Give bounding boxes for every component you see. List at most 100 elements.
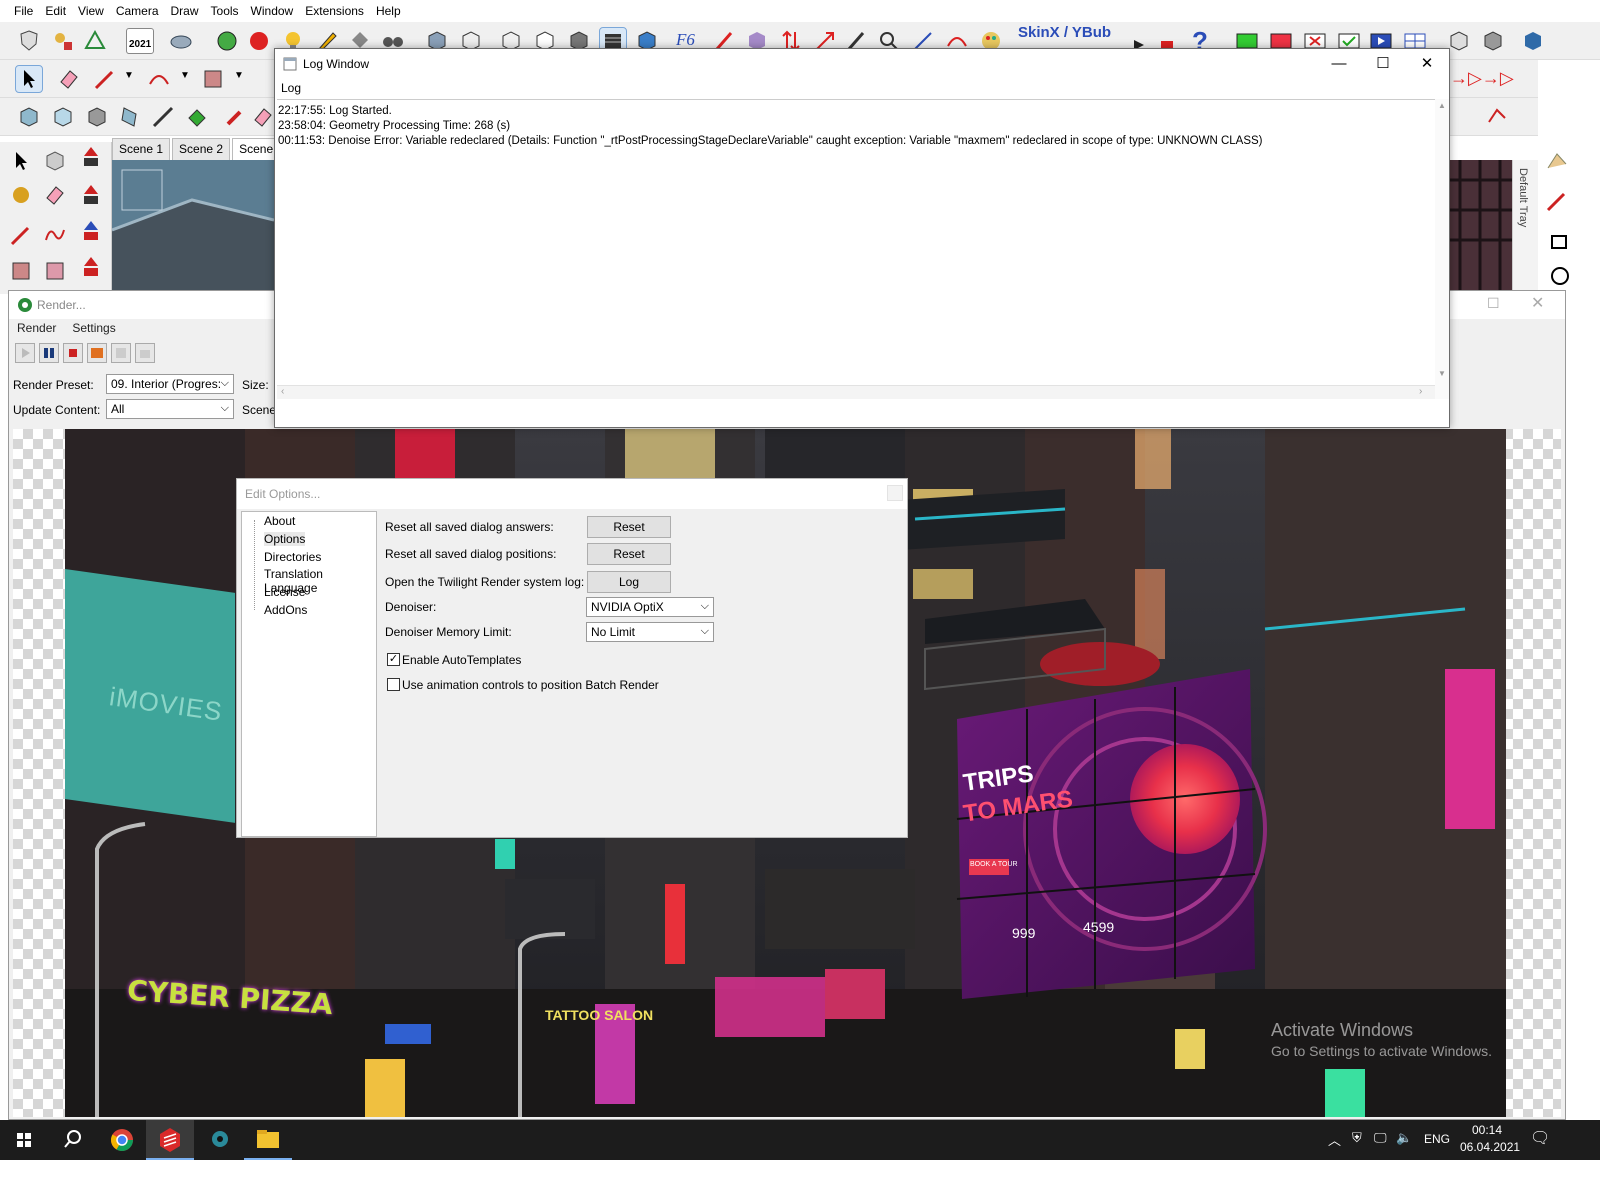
polygon-tool-icon[interactable] (1484, 104, 1510, 130)
render-pause-button[interactable] (39, 343, 59, 363)
maximize-button[interactable]: ☐ (1363, 53, 1403, 75)
shield-icon[interactable] (16, 28, 42, 54)
components-icon[interactable] (1480, 28, 1506, 54)
sandbox-icon[interactable] (168, 28, 194, 54)
scroll-up-icon[interactable]: ▲ (1438, 101, 1446, 110)
select-arrow-icon[interactable] (15, 65, 43, 93)
tree-item-addons[interactable]: AddOns (264, 603, 307, 617)
render-menu-render[interactable]: Render (9, 321, 64, 339)
log-menu[interactable]: Log (281, 81, 301, 95)
front-view-icon[interactable] (84, 104, 110, 130)
chrome-taskbar-button[interactable] (98, 1120, 146, 1160)
tree-item-options[interactable]: Options (264, 532, 306, 546)
clock-date[interactable]: 06.04.2021 (1460, 1140, 1520, 1154)
memory-limit-select[interactable]: No Limit ⌵ (586, 622, 714, 642)
log-vertical-scrollbar[interactable]: ▲ ▼ (1435, 99, 1449, 399)
menu-edit[interactable]: Edit (39, 4, 72, 18)
twilight-taskbar-button[interactable] (196, 1120, 244, 1160)
record-icon[interactable] (246, 28, 272, 54)
denoiser-select[interactable]: NVIDIA OptiX ⌵ (586, 597, 714, 617)
chevron-up-icon[interactable]: ︿ (1328, 1130, 1341, 1149)
tree-item-directories[interactable]: Directories (264, 550, 321, 564)
rect-outline-icon[interactable] (1544, 228, 1570, 254)
search-button[interactable] (48, 1120, 96, 1160)
model-viewport-right[interactable] (1450, 160, 1512, 292)
open-log-button[interactable]: Log (587, 571, 671, 593)
file-explorer-taskbar-button[interactable] (244, 1120, 292, 1160)
pen-icon[interactable] (1544, 188, 1570, 214)
menu-camera[interactable]: Camera (110, 4, 165, 18)
close-button[interactable]: ✕ (1407, 53, 1447, 75)
reset-positions-button[interactable]: Reset (587, 543, 671, 565)
render-save-button[interactable] (87, 343, 107, 363)
windows-start-button[interactable] (0, 1120, 48, 1160)
circle-outline-icon[interactable] (1544, 260, 1570, 286)
scroll-left-icon[interactable]: ‹ (281, 386, 284, 397)
top-view-icon[interactable] (50, 104, 76, 130)
arc-tool-icon[interactable] (146, 66, 172, 92)
model-viewport[interactable] (112, 160, 274, 292)
render-export-button[interactable] (135, 343, 155, 363)
paint-tool-icon[interactable] (8, 182, 34, 208)
notification-icon[interactable]: 🗨 (1530, 1128, 1550, 1148)
render-menu-settings[interactable]: Settings (64, 321, 123, 339)
calendar-icon[interactable]: 2021 (126, 28, 154, 54)
move-up-icon[interactable] (78, 144, 104, 170)
freehand-icon[interactable] (42, 222, 68, 248)
follow-me-arrows-icon[interactable]: →▷→▷ (1450, 68, 1514, 89)
select-tool-icon[interactable] (8, 148, 34, 174)
render-stop-button[interactable] (63, 343, 83, 363)
menu-tools[interactable]: Tools (205, 4, 245, 18)
rectangle-tool-icon[interactable] (200, 66, 226, 92)
red-brush-icon[interactable] (222, 104, 248, 130)
rect-tool-icon[interactable] (8, 258, 34, 284)
render-copy-button[interactable] (111, 343, 131, 363)
menu-file[interactable]: File (8, 4, 39, 18)
animation-controls-checkbox[interactable] (387, 678, 400, 691)
move-blue-icon[interactable] (78, 218, 104, 244)
autotemplates-checkbox[interactable]: ✓ (387, 653, 400, 666)
minimize-button[interactable]: — (1319, 53, 1359, 75)
volume-icon[interactable]: 🔈 (1396, 1130, 1412, 1146)
warehouse-icon[interactable] (82, 28, 108, 54)
line-pencil-icon[interactable] (92, 66, 118, 92)
component-tool-icon[interactable] (42, 148, 68, 174)
scroll-right-icon[interactable]: › (1419, 386, 1422, 397)
measure-icon[interactable] (150, 104, 176, 130)
network-icon[interactable]: 🖵 (1374, 1130, 1387, 1146)
menu-view[interactable]: View (72, 4, 110, 18)
menu-extensions[interactable]: Extensions (299, 4, 370, 18)
sketchup-taskbar-button[interactable] (146, 1120, 194, 1160)
power-icon[interactable] (214, 28, 240, 54)
pushpull-icon[interactable] (78, 182, 104, 208)
update-content-select[interactable]: All ⌵ (106, 399, 234, 419)
security-icon[interactable]: ⛨ (1352, 1130, 1362, 1146)
user-lock-icon[interactable] (50, 28, 76, 54)
rotated-rect-icon[interactable] (42, 258, 68, 284)
tree-item-license[interactable]: License (264, 585, 305, 599)
tape-icon[interactable] (1544, 148, 1570, 174)
default-tray[interactable]: Default Tray (1512, 160, 1538, 290)
render-preset-select[interactable]: 09. Interior (Progres: ⌵ (106, 374, 234, 394)
maximize-button[interactable]: ☐ (1487, 295, 1500, 312)
language-indicator[interactable]: ENG (1424, 1132, 1450, 1146)
render-play-button[interactable] (15, 343, 35, 363)
green-push-icon[interactable] (184, 104, 210, 130)
chevron-down-icon[interactable]: ▼ (124, 70, 134, 81)
clock-time[interactable]: 00:14 (1472, 1123, 1502, 1137)
warehouse-blue-icon[interactable] (1520, 28, 1546, 54)
log-horizontal-scrollbar[interactable]: ‹ › (277, 385, 1435, 399)
close-button[interactable] (887, 485, 903, 501)
tree-item-about[interactable]: About (264, 514, 295, 528)
scroll-down-icon[interactable]: ▼ (1438, 369, 1446, 378)
pencil-tool-icon[interactable] (8, 222, 34, 248)
chevron-down-icon[interactable]: ▼ (180, 70, 190, 81)
right-view-icon[interactable] (116, 104, 142, 130)
close-button[interactable]: ✕ (1531, 293, 1544, 313)
menu-window[interactable]: Window (245, 4, 300, 18)
chevron-down-icon[interactable]: ▼ (234, 70, 244, 81)
eraser-tool-icon[interactable] (42, 182, 68, 208)
log-text-area[interactable]: 22:17:55: Log Started. 23:58:04: Geometr… (277, 99, 1447, 399)
tab-scene-2[interactable]: Scene 2 (172, 138, 231, 160)
skinx-ybub-label[interactable]: SkinX / YBub (1018, 24, 1111, 41)
